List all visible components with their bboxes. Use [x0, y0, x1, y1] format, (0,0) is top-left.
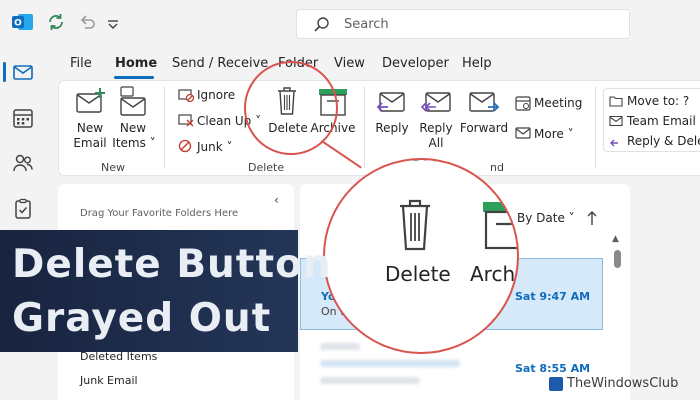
sort-direction-arrow-icon[interactable]: [586, 210, 598, 226]
reply-delete-label: Reply & Delet: [627, 134, 700, 148]
tab-home[interactable]: Home: [115, 56, 157, 71]
people-icon[interactable]: [12, 152, 34, 174]
junk-icon: [178, 139, 192, 153]
folder-junk-email[interactable]: Junk Email: [80, 374, 138, 387]
move-folder-icon: [609, 96, 623, 107]
zoom-archive-label: Arch: [470, 262, 516, 286]
group-label-new: New: [101, 161, 125, 174]
sort-by-date-dropdown[interactable]: By Date ˅: [517, 211, 575, 225]
search-input[interactable]: Search: [296, 9, 630, 39]
reply-all-label-2: All: [428, 136, 444, 150]
tab-view[interactable]: View: [334, 56, 365, 71]
watermark-logo-icon: [549, 377, 563, 391]
move-to-label: Move to: ?: [627, 94, 690, 108]
zoom-archive-icon: [483, 202, 517, 250]
more-label: More ˅: [534, 127, 574, 141]
new-email-label-2: Email: [73, 136, 107, 150]
scroll-up-arrow-icon[interactable]: ▲: [612, 234, 619, 244]
reply-icon: [376, 92, 405, 112]
junk-label: Junk ˅: [197, 140, 233, 154]
message-time: Sat 8:55 AM: [515, 362, 591, 375]
clean-up-icon: [178, 114, 194, 127]
meeting-label: Meeting: [534, 96, 583, 110]
ribbon-separator: [595, 86, 596, 168]
blurred-preview: [320, 377, 420, 384]
tab-help[interactable]: Help: [462, 56, 492, 71]
svg-text:O: O: [14, 19, 22, 29]
message-time: Sat 9:47 AM: [515, 290, 591, 303]
ignore-icon: [178, 89, 194, 102]
team-email-icon: [609, 115, 623, 127]
tab-send-receive[interactable]: Send / Receive: [172, 56, 268, 71]
banner-line-2: Grayed Out: [12, 296, 272, 341]
new-items-icon: [120, 86, 146, 116]
title-bar: O Search: [0, 0, 700, 48]
outlook-logo-icon: O: [12, 14, 33, 30]
message-list-scrollbar[interactable]: [614, 250, 621, 268]
calendar-icon[interactable]: [12, 107, 34, 129]
banner-line-1: Delete Button: [12, 242, 332, 287]
active-tab-indicator: [114, 76, 154, 79]
customize-toolbar-icon[interactable]: [106, 12, 120, 32]
search-icon: [314, 17, 329, 32]
zoom-folder-text: Folde: [397, 160, 456, 167]
group-label-respond: nd: [490, 161, 504, 174]
magnifier-zoom: Folde Delete Arch: [323, 158, 519, 354]
new-items-label-1: New: [119, 121, 147, 135]
tab-file[interactable]: File: [70, 56, 92, 71]
reply-all-icon: [420, 92, 451, 112]
meeting-icon: [515, 96, 531, 111]
zoom-delete-label: Delete: [385, 262, 451, 286]
mail-icon[interactable]: [12, 61, 34, 83]
more-mail-icon: [515, 127, 531, 139]
rail-active-indicator: [3, 62, 6, 82]
blurred-sender: [320, 343, 360, 350]
favorites-drag-hint: Drag Your Favorite Folders Here: [80, 208, 239, 219]
title-banner: Delete Button Grayed Out: [0, 230, 331, 352]
reply-label: Reply: [375, 121, 409, 135]
reply-delete-icon: [610, 139, 618, 147]
tasks-icon[interactable]: [12, 198, 34, 220]
search-placeholder: Search: [344, 17, 389, 32]
zoom-delete-trash-icon: [400, 199, 430, 251]
ribbon-separator: [364, 86, 365, 168]
new-items-label-2: Items ˅: [112, 136, 156, 150]
collapse-pane-chevron-icon[interactable]: ‹: [274, 193, 279, 207]
ribbon-separator: [164, 86, 165, 168]
group-label-delete: Delete: [248, 161, 285, 174]
tab-developer[interactable]: Developer: [382, 56, 449, 71]
forward-icon: [469, 92, 500, 112]
sync-icon[interactable]: [46, 12, 66, 32]
reply-all-label-1: Reply: [419, 121, 453, 135]
team-email-label: Team Email: [627, 114, 696, 128]
forward-label: Forward: [459, 121, 509, 135]
blurred-subject: [320, 360, 460, 367]
ignore-label: Ignore: [197, 88, 236, 102]
new-email-icon: [76, 88, 105, 113]
watermark-text: TheWindowsClub: [567, 376, 679, 391]
new-email-label-1: New: [76, 121, 104, 135]
undo-icon[interactable]: [77, 12, 97, 32]
